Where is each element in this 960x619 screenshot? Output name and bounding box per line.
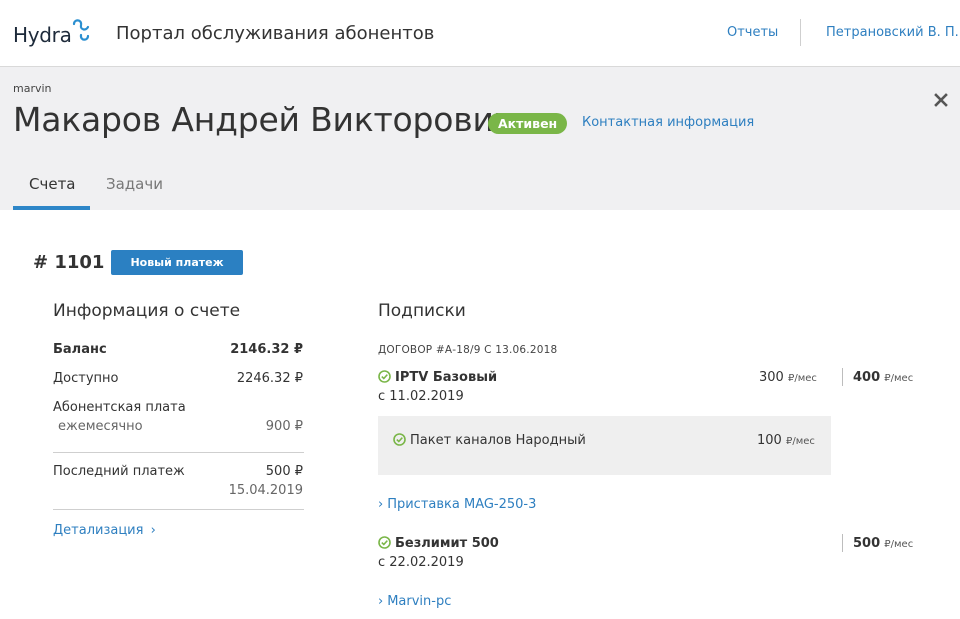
fee-period-label: ежемесячно	[58, 419, 143, 434]
subscription-since: с 22.02.2019	[378, 555, 464, 570]
contract-info: ДОГОВОР #А-18/9 С 13.06.2018	[378, 344, 558, 356]
chevron-right-icon: ›	[378, 594, 384, 609]
check-circle-icon	[393, 433, 406, 446]
status-badge: Активен	[488, 113, 568, 134]
top-bar: Hydra Портал обслуживания абонентов Отче…	[0, 0, 960, 67]
new-payment-button[interactable]: Новый платеж	[111, 250, 243, 275]
reports-link[interactable]: Отчеты	[727, 25, 778, 40]
subscription-total: 400 ₽/мес	[853, 370, 913, 385]
chevron-right-icon: ›	[378, 497, 384, 512]
contact-info-link[interactable]: Контактная информация	[582, 115, 754, 130]
subscription-name[interactable]: Безлимит 500	[378, 536, 499, 551]
subscription-total-unit: ₽/мес	[884, 539, 914, 550]
last-payment-label: Последний платеж	[53, 464, 185, 479]
subscription-name[interactable]: IPTV Базовый	[378, 370, 497, 385]
details-link-label: Детализация	[53, 523, 144, 538]
subscription-name-text: Безлимит 500	[395, 536, 499, 551]
price-divider	[842, 534, 843, 552]
subscription-price-value: 300	[759, 370, 784, 385]
subscription-price-unit: ₽/мес	[787, 373, 817, 384]
subscription-total: 500 ₽/мес	[853, 536, 913, 551]
price-divider	[842, 368, 843, 386]
subscription-total-unit: ₽/мес	[884, 373, 914, 384]
account-info-title: Информация о счете	[53, 301, 241, 321]
info-divider-bottom	[53, 509, 304, 510]
subscription-price: 300 ₽/мес	[759, 370, 817, 385]
balance-value: 2146.32 ₽	[230, 342, 303, 357]
chevron-right-icon: ›	[150, 523, 156, 538]
close-icon[interactable]	[932, 91, 950, 109]
device-link[interactable]: › Marvin-pc	[378, 594, 451, 609]
package-price-value: 100	[757, 433, 782, 448]
logo[interactable]: Hydra	[13, 23, 72, 47]
last-payment-value: 500 ₽	[265, 464, 303, 479]
package-price: 100 ₽/мес	[757, 433, 815, 448]
check-circle-icon	[378, 370, 391, 383]
account-number: # 1101	[33, 252, 105, 273]
customer-header: marvin Макаров Андрей Викторович Активен…	[0, 67, 960, 210]
check-circle-icon	[378, 536, 391, 549]
package-name-text: Пакет каналов Народный	[410, 433, 586, 448]
package-box: Пакет каналов Народный 100 ₽/мес	[378, 416, 831, 475]
details-link[interactable]: Детализация ›	[53, 523, 160, 538]
balance-label: Баланс	[53, 342, 107, 357]
available-label: Доступно	[53, 371, 119, 386]
customer-name: Макаров Андрей Викторович	[13, 100, 514, 139]
user-link[interactable]: Петрановский В. П.	[826, 25, 959, 40]
package-name[interactable]: Пакет каналов Народный	[393, 433, 586, 448]
customer-login: marvin	[13, 82, 52, 95]
subscription-total-value: 400	[853, 370, 881, 385]
available-value: 2246.32 ₽	[236, 371, 303, 386]
device-link-label: Marvin-pc	[387, 594, 452, 609]
fee-value: 900 ₽	[265, 419, 303, 434]
tab-tasks[interactable]: Задачи	[106, 175, 163, 210]
tab-accounts[interactable]: Счета	[13, 175, 90, 210]
fee-label: Абонентская плата	[53, 400, 186, 415]
topbar-divider	[800, 19, 801, 46]
subscription-since: с 11.02.2019	[378, 389, 464, 404]
subscriptions-title: Подписки	[378, 301, 466, 321]
device-link-label: Приставка MAG-250-3	[387, 497, 537, 512]
device-link[interactable]: › Приставка MAG-250-3	[378, 497, 536, 512]
package-price-unit: ₽/мес	[785, 436, 815, 447]
app-title: Портал обслуживания абонентов	[116, 23, 435, 44]
last-payment-date: 15.04.2019	[228, 483, 303, 498]
subscription-total-value: 500	[853, 536, 881, 551]
info-divider	[53, 452, 304, 453]
subscription-name-text: IPTV Базовый	[395, 370, 498, 385]
logo-mark-icon	[72, 19, 90, 41]
